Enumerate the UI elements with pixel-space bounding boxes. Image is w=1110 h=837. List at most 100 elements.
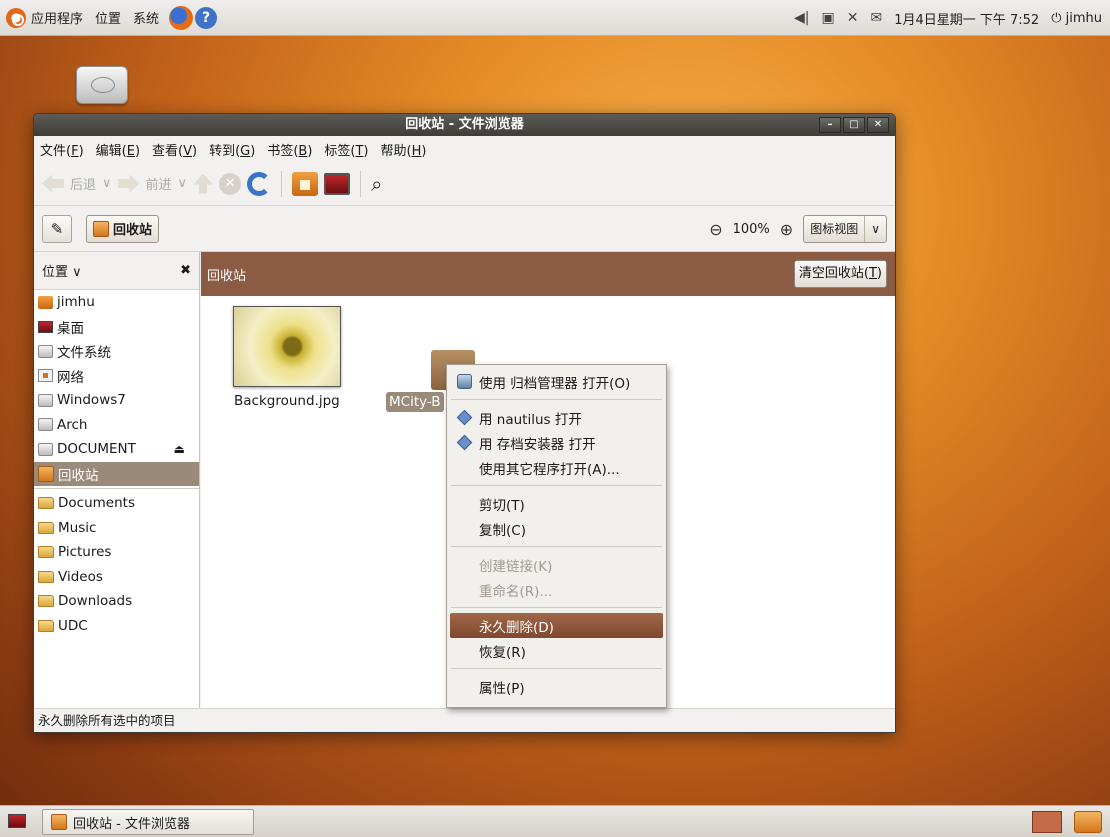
menu-help[interactable]: 帮助(H) (381, 140, 427, 159)
up-arrow-icon[interactable] (193, 173, 214, 194)
menu-restore[interactable]: 恢复(R) (447, 638, 666, 663)
pencil-icon: ✎ (50, 219, 64, 238)
menu-properties[interactable]: 属性(P) (447, 674, 666, 699)
sidebar-item-videos[interactable]: Videos (34, 565, 199, 590)
system-menu[interactable]: 系统 (127, 0, 165, 35)
sidebar-item-documents[interactable]: Documents (34, 491, 199, 516)
sidebar-item-trash[interactable]: 回收站 (34, 461, 199, 486)
sidebar-item-pictures[interactable]: Pictures (34, 540, 199, 565)
sidebar-item-filesystem[interactable]: 文件系统 (34, 339, 199, 364)
home-folder-icon[interactable] (292, 171, 319, 196)
menu-open-installer[interactable]: 用 存档安装器 打开 (447, 430, 666, 455)
desktop-icon (38, 320, 53, 333)
computer-icon[interactable] (324, 172, 351, 195)
volume-icon[interactable]: ◀| (794, 10, 809, 26)
sidebar-item-desktop[interactable]: 桌面 (34, 315, 199, 340)
folder-icon (38, 619, 54, 632)
search-icon[interactable]: ⌕ (371, 172, 382, 196)
sidebar-item-windows7[interactable]: Windows7 (34, 388, 199, 413)
drive-icon (38, 442, 53, 456)
back-history-chevron-icon[interactable]: ∨ (102, 176, 112, 191)
menu-copy[interactable]: 复制(C) (447, 516, 666, 541)
show-desktop-icon[interactable] (8, 814, 26, 828)
workspace-switcher[interactable] (1032, 811, 1062, 833)
menu-separator (451, 668, 662, 669)
sidebar-header: 位置 ∨ ✖ (34, 252, 199, 290)
drive-icon (38, 344, 53, 358)
network-icon[interactable]: ▣ (821, 10, 834, 26)
taskbar-window-button[interactable]: 回收站 - 文件浏览器 (42, 809, 254, 835)
close-button[interactable]: ✕ (867, 117, 889, 133)
forward-history-chevron-icon[interactable]: ∨ (178, 176, 188, 191)
folder-icon (38, 521, 54, 534)
back-button[interactable]: 后退 (70, 174, 96, 193)
file-name-background[interactable]: Background.jpg (234, 393, 340, 409)
toolbar: 后退 ∨ 前进 ∨ ✕ ⌕ (34, 162, 895, 206)
firefox-icon[interactable] (169, 5, 194, 30)
trash-icon (51, 814, 67, 830)
window-titlebar[interactable]: 回收站 - 文件浏览器 – □ ✕ (34, 114, 895, 136)
desktop-drive-icon[interactable] (76, 66, 128, 104)
applications-menu[interactable]: 应用程序 (0, 0, 89, 35)
menu-delete-permanently[interactable]: 永久删除(D) (450, 613, 663, 638)
trash-icon (93, 220, 109, 237)
forward-arrow-icon[interactable] (117, 174, 140, 193)
menu-open-archive-manager[interactable]: 使用 归档管理器 打开(O) (447, 369, 666, 394)
menu-edit[interactable]: 编辑(E) (96, 140, 140, 159)
sidebar-item-udc[interactable]: UDC (34, 614, 199, 639)
sidebar-item-network[interactable]: 网络 (34, 364, 199, 389)
user-name: jimhu (1065, 10, 1102, 26)
zoom-level: 100% (732, 221, 770, 237)
sidebar-type-select[interactable]: 位置 ∨ (42, 261, 82, 280)
mail-icon[interactable]: ✉ (870, 10, 882, 26)
sidebar-item-music[interactable]: Music (34, 516, 199, 541)
menu-cut[interactable]: 剪切(T) (447, 491, 666, 516)
file-name-mcity[interactable]: MCity-B (386, 392, 444, 412)
menu-go[interactable]: 转到(G) (209, 140, 255, 159)
zoom-in-icon[interactable]: ⊕ (780, 220, 793, 239)
drive-icon (38, 393, 53, 407)
statusbar: 永久删除所有选中的项目 (34, 708, 895, 732)
empty-trash-button[interactable]: 清空回收站(T) (793, 260, 887, 288)
clock[interactable]: 1月4日星期一 下午 7:52 (894, 9, 1039, 28)
user-menu[interactable]: ⏻ jimhu (1051, 11, 1102, 26)
sidebar-separator (34, 488, 199, 489)
back-arrow-icon[interactable] (42, 174, 64, 193)
sidebar-item-document[interactable]: DOCUMENT ⏏ (34, 437, 199, 462)
context-menu: 使用 归档管理器 打开(O) 用 nautilus 打开 用 存档安装器 打开 … (446, 364, 667, 708)
file-thumbnail-background[interactable] (233, 306, 341, 387)
trash-applet-icon[interactable] (1074, 811, 1102, 833)
folder-icon (38, 595, 54, 608)
help-icon[interactable]: ? (195, 6, 218, 29)
sidebar-item-downloads[interactable]: Downloads (34, 589, 199, 614)
view-mode-select[interactable]: 图标视图 ∨ (803, 215, 887, 243)
minimize-button[interactable]: – (819, 117, 841, 133)
sidebar-item-arch[interactable]: Arch (34, 413, 199, 438)
close-sidebar-icon[interactable]: ✖ (180, 263, 191, 278)
menu-view[interactable]: 查看(V) (152, 140, 197, 159)
menu-open-with-other[interactable]: 使用其它程序打开(A)... (447, 455, 666, 480)
content-header-title: 回收站 (207, 268, 247, 284)
menu-tabs[interactable]: 标签(T) (324, 140, 368, 159)
places-menu[interactable]: 位置 (89, 0, 127, 35)
folder-icon (38, 497, 54, 510)
trash-icon (38, 465, 54, 482)
reload-icon[interactable] (247, 171, 272, 196)
stop-icon[interactable]: ✕ (219, 172, 242, 195)
network-icon (38, 369, 53, 383)
forward-button[interactable]: 前进 (146, 174, 172, 193)
menu-open-nautilus[interactable]: 用 nautilus 打开 (447, 405, 666, 430)
bottom-panel: 回收站 - 文件浏览器 (0, 805, 1110, 837)
edit-location-button[interactable]: ✎ (42, 214, 72, 243)
menu-separator (451, 607, 662, 608)
bluetooth-icon[interactable]: ✕ (847, 10, 859, 26)
breadcrumb-trash[interactable]: 回收站 (86, 214, 160, 243)
maximize-button[interactable]: □ (843, 117, 865, 133)
zoom-out-icon[interactable]: ⊖ (709, 220, 722, 239)
sidebar: 位置 ∨ ✖ jimhu 桌面 文件系统 网络 Windows7 Arch DO… (34, 252, 200, 708)
power-icon: ⏻ (1051, 10, 1062, 26)
sidebar-item-home[interactable]: jimhu (34, 290, 199, 315)
menu-file[interactable]: 文件(F) (40, 140, 84, 159)
menu-bookmarks[interactable]: 书签(B) (267, 140, 312, 159)
eject-icon[interactable]: ⏏ (174, 442, 185, 456)
